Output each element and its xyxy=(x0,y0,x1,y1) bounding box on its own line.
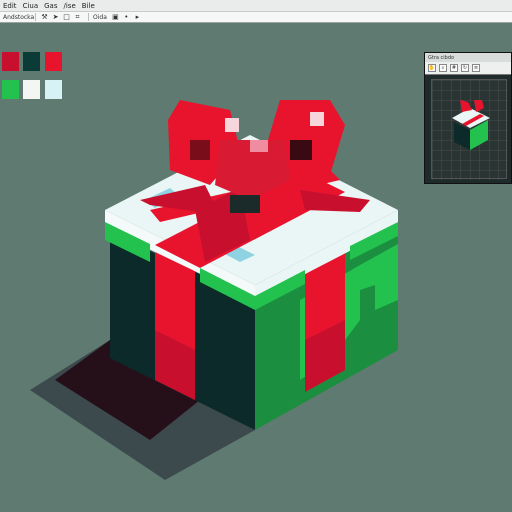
layers-icon[interactable]: ≡ xyxy=(472,64,480,72)
pixel-editor-window: Edit Ciua Gas /ise Bile Andstocka ⚒ ➤ □ … xyxy=(0,0,512,512)
palette-swatch[interactable] xyxy=(2,52,19,71)
preview-toolbar: ✋ ⌕ # ↻ ≡ xyxy=(425,62,511,75)
bow-highlight xyxy=(310,112,324,126)
palette-swatch[interactable] xyxy=(45,80,62,99)
bow-shadow xyxy=(190,140,210,160)
preview-thumbnail xyxy=(432,80,508,180)
preview-title: Gtra cibdo xyxy=(425,53,511,62)
bow-highlight xyxy=(250,140,268,152)
bow-center-dark xyxy=(230,195,260,213)
hand-icon[interactable]: ✋ xyxy=(428,64,436,72)
palette-swatch[interactable] xyxy=(45,52,62,71)
palette-swatch[interactable] xyxy=(2,80,19,99)
bow-highlight xyxy=(225,118,239,132)
preview-panel: Gtra cibdo ✋ ⌕ # ↻ ≡ xyxy=(424,52,512,184)
palette-swatch[interactable] xyxy=(23,52,40,71)
grid-icon[interactable]: # xyxy=(450,64,458,72)
palette-swatch[interactable] xyxy=(23,80,40,99)
preview-viewport[interactable] xyxy=(431,79,508,180)
bow-shadow xyxy=(290,140,312,160)
refresh-icon[interactable]: ↻ xyxy=(461,64,469,72)
zoom-icon[interactable]: ⌕ xyxy=(439,64,447,72)
